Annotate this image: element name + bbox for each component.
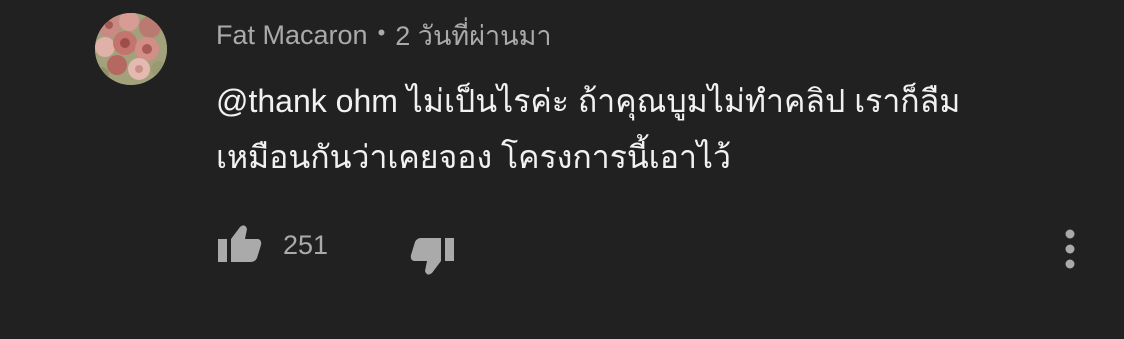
comment-header: Fat Macaron • 2 วันที่ผ่านมา: [216, 18, 552, 52]
comment-text-line: @thank ohm ไม่เป็นไรค่ะ ถ้าคุณบูมไม่ทำคล…: [216, 83, 961, 119]
avatar-image: [95, 13, 167, 85]
dislike-button[interactable]: [408, 234, 456, 282]
like-count: 251: [283, 230, 329, 260]
more-options-button[interactable]: [1054, 224, 1086, 274]
comment-text: @thank ohm ไม่เป็นไรค่ะ ถ้าคุณบูมไม่ทำคล…: [216, 73, 1076, 185]
comment-actions: 251: [216, 222, 1086, 275]
thumbs-down-icon: [410, 238, 454, 275]
like-button[interactable]: [216, 222, 264, 270]
separator-dot: •: [377, 20, 386, 45]
avatar[interactable]: [95, 13, 167, 85]
thumbs-up-icon: [218, 225, 262, 262]
comment-text-line: เหมือนกันว่าเคยจอง โครงการนี้เอาไว้: [216, 139, 731, 175]
comment-timestamp[interactable]: 2 วันที่ผ่านมา: [395, 14, 551, 57]
comment-card: Fat Macaron • 2 วันที่ผ่านมา @thank ohm …: [0, 0, 1124, 339]
more-vertical-icon: [1065, 229, 1075, 269]
author-name[interactable]: Fat Macaron: [216, 20, 368, 51]
